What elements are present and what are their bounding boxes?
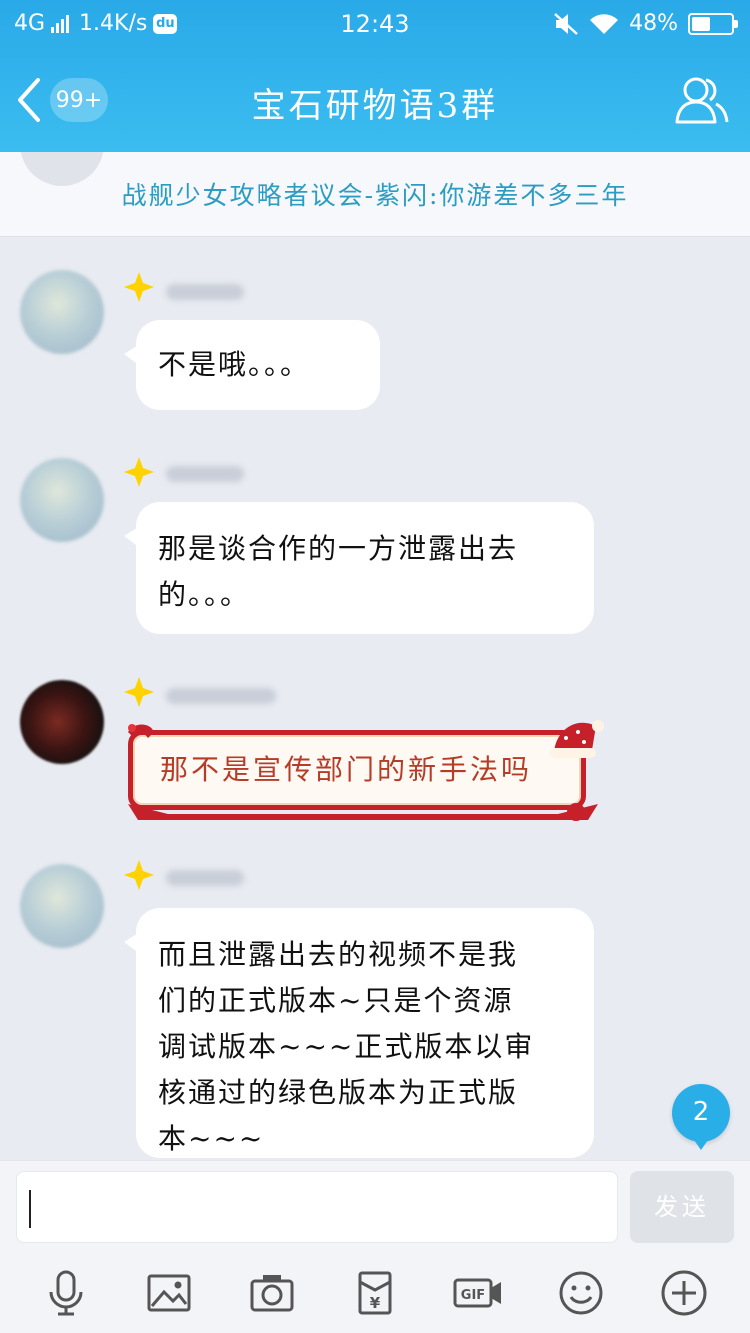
voice-button[interactable] (39, 1266, 93, 1320)
rank-badge-icon (124, 677, 154, 707)
message-text-line: 而且泄露出去的视频不是我 (158, 938, 519, 971)
sender-name (166, 870, 244, 886)
wifi-icon (590, 13, 619, 34)
new-messages-badge[interactable]: 2 (672, 1084, 730, 1150)
message-bubble[interactable]: 不是哦。。。 (124, 320, 380, 410)
sender-name (166, 284, 244, 300)
bubble-ribbon-decoration (128, 803, 598, 821)
avatar[interactable] (20, 458, 104, 542)
input-bar: 发送 ¥ GIF (0, 1160, 750, 1333)
message-bubble[interactable]: 而且泄露出去的视频不是我 们的正式版本~只是个资源 调试版本~~~正式版本以审 … (124, 908, 594, 1158)
gif-button[interactable]: GIF (451, 1266, 505, 1320)
chat-header: 99+ 宝石研物语3群 (0, 48, 750, 152)
input-toolbar: ¥ GIF (0, 1253, 750, 1333)
rank-badge-icon (124, 272, 154, 302)
send-button[interactable]: 发送 (630, 1171, 734, 1243)
group-members-button[interactable] (674, 74, 730, 126)
announcement-text: 战舰少女攻略者议会-紫闪:你游差不多三年 (121, 181, 629, 210)
message-text-line: 调试版本~~~正式版本以审 (158, 1030, 535, 1063)
mute-icon (554, 12, 578, 35)
emoji-icon (559, 1271, 603, 1315)
message-bubble[interactable]: 那是谈合作的一方泄露出去 的。。。 (124, 502, 594, 634)
bubble-corner-decoration-icon (128, 724, 154, 738)
message-text-line: 那是谈合作的一方泄露出去 (158, 532, 519, 565)
group-members-icon (675, 77, 729, 124)
group-title: 宝石研物语3群 (251, 86, 499, 126)
camera-icon (250, 1275, 294, 1312)
text-caret (29, 1190, 31, 1228)
themed-message-bubble[interactable]: 那不是宣传部门的新手法吗 (124, 720, 604, 821)
group-announcement[interactable]: 战舰少女攻略者议会-紫闪:你游差不多三年 (0, 152, 750, 237)
svg-text:¥: ¥ (370, 1294, 381, 1312)
avatar[interactable] (20, 270, 104, 354)
red-packet-icon: ¥ (358, 1271, 392, 1315)
battery-percent: 48% (629, 11, 678, 36)
red-packet-button[interactable]: ¥ (348, 1266, 402, 1320)
status-bar: 4G 1.4K/s du 12:43 48% (0, 0, 750, 48)
plus-icon (661, 1270, 707, 1316)
battery-icon (688, 12, 738, 35)
rank-badge-icon (124, 457, 154, 487)
message-text: 不是哦。。。 (158, 348, 311, 381)
message-text-line: 们的正式版本~只是个资源 (158, 984, 514, 1017)
camera-button[interactable] (245, 1266, 299, 1320)
gif-icon: GIF (453, 1278, 502, 1308)
emoji-button[interactable] (554, 1266, 608, 1320)
image-button[interactable] (142, 1266, 196, 1320)
message-text-line: 核通过的绿色版本为正式版 (158, 1076, 519, 1109)
more-button[interactable] (657, 1266, 711, 1320)
avatar[interactable] (20, 864, 104, 948)
avatar[interactable] (20, 680, 104, 764)
sender-name (166, 466, 244, 482)
message-text-line: 的。。。 (158, 578, 251, 611)
message-text: 那不是宣传部门的新手法吗 (160, 753, 533, 786)
message-input[interactable] (16, 1171, 618, 1243)
mic-icon (49, 1270, 83, 1316)
message-text-line: 本~~~ (158, 1122, 265, 1155)
rank-badge-icon (124, 860, 154, 890)
image-icon (147, 1274, 191, 1312)
santa-hat-icon (550, 720, 604, 758)
svg-text:GIF: GIF (461, 1288, 485, 1303)
sender-name (166, 688, 276, 704)
top-bar: 4G 1.4K/s du 12:43 48% 99+ 宝石研物语3群 (0, 0, 750, 152)
